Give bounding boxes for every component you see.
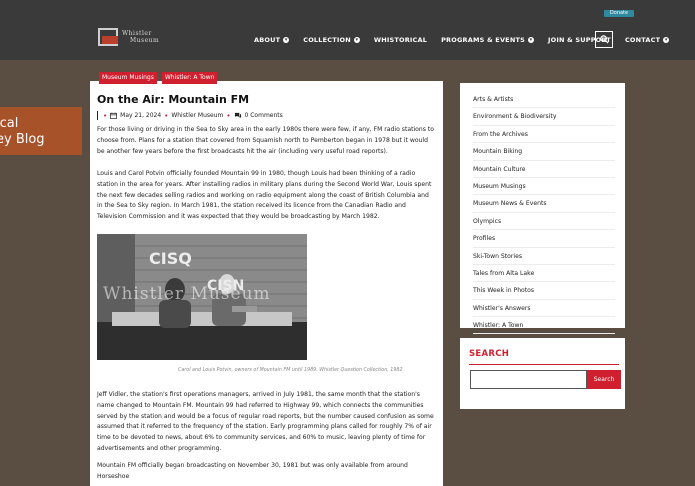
category-link[interactable]: Arts & Artists bbox=[473, 91, 615, 109]
post-comments[interactable]: 0 Comments bbox=[245, 112, 283, 119]
nav-programs-label: PROGRAMS & EVENTS bbox=[441, 36, 525, 44]
search-input[interactable] bbox=[470, 370, 587, 389]
nav-about[interactable]: ABOUT ▾ bbox=[254, 36, 290, 44]
post-title: On the Air: Mountain FM bbox=[97, 93, 250, 106]
category-link[interactable]: Whistler's Answers bbox=[473, 300, 615, 318]
bullet-icon: • bbox=[226, 111, 231, 120]
category-link[interactable]: This Week in Photos bbox=[473, 282, 615, 300]
bullet-icon: • bbox=[103, 111, 108, 120]
tag-whistler-a-town[interactable]: Whistler: A Town bbox=[161, 72, 218, 84]
header-search-button[interactable] bbox=[595, 31, 613, 48]
category-link[interactable]: Environment & Biodiversity bbox=[473, 108, 615, 126]
post-meta: • May 21, 2024 • Whistler Museum • 0 Com… bbox=[97, 111, 283, 120]
calendar-icon bbox=[110, 112, 118, 119]
logo-line1: Whistler bbox=[122, 30, 152, 37]
nav-collection-label: COLLECTION bbox=[303, 36, 351, 44]
chevron-down-icon: ▾ bbox=[527, 37, 534, 43]
article-card: Museum Musings Whistler: A Town On the A… bbox=[90, 72, 443, 486]
category-link[interactable]: Tales from Alta Lake bbox=[473, 265, 615, 283]
site-header: Donate Whistler Museum ABOUT ▾ COLLECTION… bbox=[0, 0, 695, 60]
nav-collection[interactable]: COLLECTION ▾ bbox=[303, 36, 360, 44]
post-paragraph-4: Mountain FM officially began broadcastin… bbox=[97, 462, 408, 480]
article-photo: CISQ CISN Whistler Museum bbox=[97, 234, 307, 360]
donate-button[interactable]: Donate bbox=[604, 10, 634, 17]
hero-title-fragment: ical ey Blog bbox=[0, 107, 82, 155]
post-paragraph-3: Jeff Vidler, the station's first operati… bbox=[97, 391, 434, 452]
nav-programs-events[interactable]: PROGRAMS & EVENTS ▾ bbox=[441, 36, 534, 44]
chevron-down-icon: ▾ bbox=[663, 37, 670, 43]
site-logo[interactable]: Whistler Museum bbox=[98, 28, 159, 46]
chevron-down-icon: ▾ bbox=[353, 37, 360, 43]
category-list: Arts & Artists Environment & Biodiversity… bbox=[473, 91, 615, 335]
nav-whistorical[interactable]: WHISTORICAL bbox=[374, 36, 427, 44]
category-link[interactable]: Museum News & Events bbox=[473, 195, 615, 213]
category-link[interactable]: Mountain Culture bbox=[473, 161, 615, 178]
logo-line2: Museum bbox=[130, 37, 160, 44]
category-link[interactable]: Museum Musings bbox=[473, 178, 615, 196]
nav-contact[interactable]: CONTACT ▾ bbox=[624, 36, 670, 44]
tag-museum-musings[interactable]: Museum Musings bbox=[99, 72, 157, 84]
hero-line1: ical bbox=[0, 116, 19, 131]
nav-whistorical-label: WHISTORICAL bbox=[373, 36, 428, 44]
search-widget: SEARCH Search bbox=[460, 338, 625, 409]
logo-mark bbox=[98, 28, 118, 46]
bullet-icon: • bbox=[164, 111, 169, 120]
search-widget-title: SEARCH bbox=[469, 349, 510, 359]
nav-contact-label: CONTACT bbox=[624, 36, 661, 44]
chevron-down-icon: ▾ bbox=[283, 37, 290, 43]
search-divider bbox=[469, 364, 619, 365]
categories-widget: Arts & Artists Environment & Biodiversity… bbox=[460, 83, 625, 335]
post-tags: Museum Musings Whistler: A Town bbox=[99, 72, 218, 84]
post-paragraph-1: For those living or driving in the Sea t… bbox=[97, 126, 434, 155]
post-author[interactable]: Whistler Museum bbox=[171, 112, 223, 119]
category-link[interactable]: Olympics bbox=[473, 213, 615, 231]
post-date: May 21, 2024 bbox=[120, 112, 162, 119]
photo-caption: Carol and Louis Potvin, owners of Mounta… bbox=[178, 368, 403, 373]
post-paragraph-2: Louis and Carol Potvin officially founde… bbox=[97, 170, 432, 221]
category-link[interactable]: From the Archives bbox=[473, 126, 615, 144]
photo-sign-1: CISQ bbox=[149, 249, 192, 268]
comments-icon bbox=[234, 112, 241, 119]
nav-about-label: ABOUT bbox=[254, 36, 281, 44]
search-submit-button[interactable]: Search bbox=[587, 370, 621, 389]
hero-line2: ey Blog bbox=[0, 132, 45, 147]
category-link[interactable]: Profiles bbox=[473, 230, 615, 248]
category-link[interactable]: Whistler: A Town bbox=[473, 317, 615, 335]
category-link[interactable]: Ski-Town Stories bbox=[473, 248, 615, 265]
category-link[interactable]: Mountain Biking bbox=[473, 143, 615, 161]
photo-watermark: Whistler Museum bbox=[103, 284, 271, 304]
logo-text: Whistler Museum bbox=[122, 30, 159, 44]
search-icon bbox=[599, 35, 609, 44]
